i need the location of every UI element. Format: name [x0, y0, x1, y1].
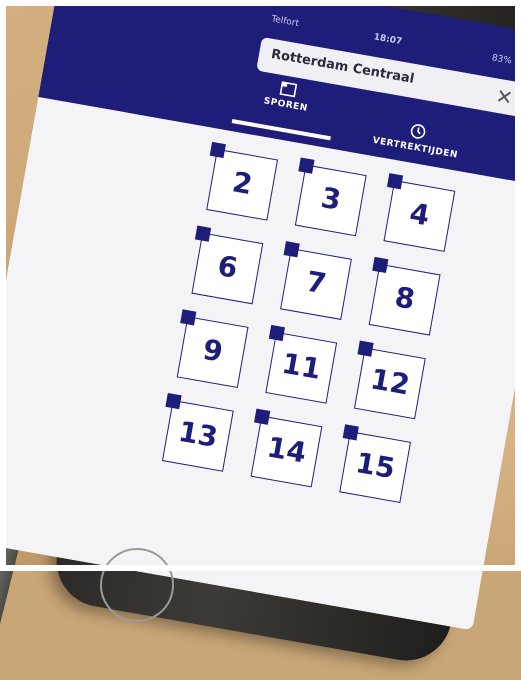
track-number: 9 — [200, 332, 226, 369]
track-tile[interactable]: 11 — [265, 324, 338, 404]
search-input-value[interactable]: Rotterdam Centraal — [270, 47, 415, 87]
track-number: 6 — [215, 249, 241, 285]
track-tile[interactable]: 7 — [280, 241, 352, 320]
battery-indicator: 83% — [491, 53, 521, 70]
clock: 18:07 — [372, 32, 403, 48]
track-number: 15 — [353, 445, 398, 486]
track-tile[interactable]: 13 — [161, 392, 234, 472]
track-number: 7 — [303, 264, 329, 301]
phone-screen: Telfort 18:07 83% Rotterdam Centraal ✕ S… — [0, 0, 521, 631]
tile-corner-mark — [180, 309, 197, 326]
track-number: 14 — [264, 430, 309, 470]
battery-icon — [516, 57, 521, 70]
tile-corner-mark — [283, 241, 300, 258]
tile-corner-mark — [372, 256, 389, 274]
track-tile[interactable]: 12 — [353, 340, 426, 420]
tile-corner-mark — [298, 157, 315, 174]
tab-vertrektijden[interactable]: VERTREKTIJDEN — [360, 114, 474, 163]
track-tile[interactable]: 2 — [206, 141, 279, 221]
carrier-label: Telfort — [270, 14, 300, 30]
tab-label: VERTREKTIJDEN — [371, 135, 459, 161]
tile-corner-mark — [386, 173, 404, 190]
track-number: 2 — [229, 165, 255, 202]
track-number: 13 — [176, 414, 221, 454]
track-tile[interactable]: 4 — [383, 173, 456, 252]
track-tile[interactable]: 14 — [250, 408, 323, 488]
track-tile[interactable]: 15 — [339, 424, 412, 504]
platform-icon — [279, 81, 298, 98]
tile-corner-mark — [357, 340, 374, 357]
track-grid: 2 3 4 6 7 8 9 11 12 13 14 15 — [0, 96, 521, 631]
battery-percent: 83% — [491, 53, 513, 67]
track-number: 11 — [279, 346, 324, 386]
tile-corner-mark — [268, 324, 286, 342]
track-tile[interactable]: 6 — [191, 225, 264, 305]
close-icon[interactable]: ✕ — [492, 84, 517, 111]
track-number: 8 — [392, 280, 418, 317]
tab-sporen[interactable]: SPOREN — [245, 75, 329, 116]
track-tile[interactable]: 9 — [176, 309, 249, 389]
tile-corner-mark — [165, 392, 182, 410]
track-number: 3 — [318, 180, 344, 217]
tile-corner-mark — [342, 424, 359, 441]
track-tile[interactable]: 8 — [368, 256, 441, 336]
tile-corner-mark — [209, 141, 226, 159]
track-number: 4 — [407, 196, 433, 233]
tile-corner-mark — [254, 408, 271, 425]
track-tile[interactable]: 3 — [294, 157, 367, 237]
track-number: 12 — [368, 362, 413, 402]
clock-icon — [410, 124, 426, 139]
tab-label: SPOREN — [262, 96, 309, 114]
tile-corner-mark — [194, 225, 212, 242]
